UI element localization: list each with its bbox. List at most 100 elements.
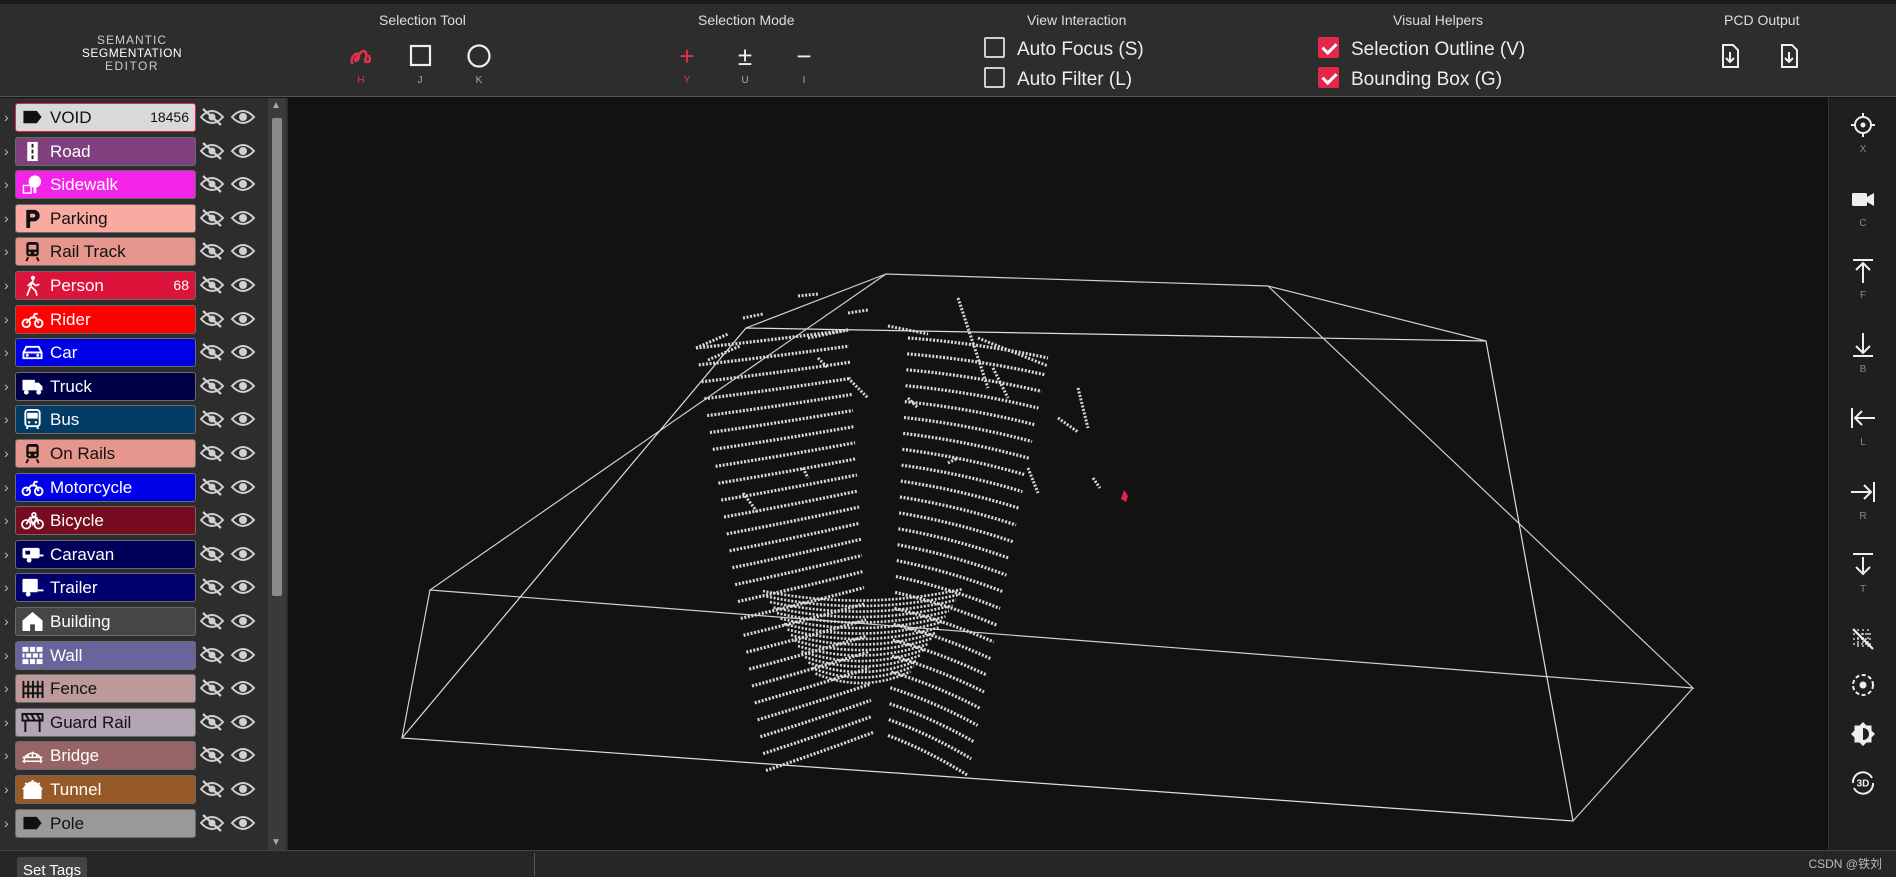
eye-off-icon[interactable] [199, 343, 225, 362]
focus-selection-button[interactable]: X [1829, 112, 1896, 172]
class-row[interactable]: › Tunnel [0, 773, 268, 807]
eye-off-icon[interactable] [199, 612, 225, 630]
class-row[interactable]: › Caravan [0, 538, 268, 572]
class-row[interactable]: › VOID 18456 [0, 101, 268, 135]
class-row[interactable]: › Guard Rail [0, 706, 268, 740]
class-tag[interactable]: Rail Track [15, 237, 196, 267]
class-tag[interactable]: Parking [15, 203, 196, 233]
eye-icon[interactable] [230, 410, 256, 428]
eye-off-icon[interactable] [199, 242, 225, 261]
front-view-button[interactable]: F [1829, 258, 1896, 318]
eye-off-icon[interactable] [199, 175, 225, 194]
point-cloud-canvas[interactable] [288, 98, 1828, 850]
class-tag[interactable]: Sidewalk [15, 170, 196, 200]
eye-icon[interactable] [230, 545, 256, 563]
checkbox-checked[interactable] [1318, 37, 1339, 59]
toggle-mode-button[interactable]: ± U [725, 42, 765, 94]
class-tag[interactable]: Bus [15, 405, 196, 435]
chevron-right-icon[interactable]: › [4, 747, 9, 763]
scroll-up-icon[interactable]: ▲ [271, 100, 281, 111]
class-tag[interactable]: On Rails [15, 439, 196, 468]
class-row[interactable]: › Rider [0, 303, 268, 337]
chevron-right-icon[interactable]: › [4, 210, 9, 226]
eye-off-icon[interactable] [199, 108, 225, 126]
download-pcd-button-1[interactable] [1710, 42, 1750, 94]
eye-off-icon[interactable] [199, 746, 225, 765]
auto-filter-checkbox[interactable]: Auto Filter (L) [984, 67, 1132, 92]
class-row[interactable]: › Fence [0, 672, 268, 706]
rectangle-tool-button[interactable]: J [400, 42, 440, 94]
rotate-3d-button[interactable]: 3D [1829, 768, 1896, 828]
chevron-right-icon[interactable]: › [4, 815, 9, 831]
right-view-button[interactable]: R [1829, 479, 1896, 539]
chevron-right-icon[interactable]: › [4, 647, 9, 663]
eye-off-icon[interactable] [199, 679, 225, 698]
class-tag[interactable]: Pole [15, 808, 196, 838]
chevron-right-icon[interactable]: › [4, 579, 9, 595]
class-row[interactable]: › Truck [0, 370, 268, 404]
chevron-right-icon[interactable]: › [4, 411, 9, 427]
class-tag[interactable]: Fence [15, 674, 196, 704]
chevron-right-icon[interactable]: › [4, 243, 9, 259]
eye-icon[interactable] [230, 276, 256, 294]
eye-off-icon[interactable] [199, 511, 225, 530]
eye-icon[interactable] [230, 142, 256, 160]
eye-off-icon[interactable] [199, 309, 225, 328]
top-view-button[interactable]: T [1829, 552, 1896, 612]
eye-icon[interactable] [230, 478, 256, 496]
class-tag[interactable]: Person 68 [15, 271, 196, 300]
eye-icon[interactable] [230, 175, 256, 193]
eye-icon[interactable] [230, 310, 256, 328]
circle-tool-button[interactable]: K [459, 42, 499, 94]
eye-icon[interactable] [230, 679, 256, 697]
class-row[interactable]: › Rail Track [0, 235, 268, 269]
eye-icon[interactable] [230, 713, 256, 731]
eye-icon[interactable] [230, 242, 256, 260]
chevron-right-icon[interactable]: › [4, 714, 9, 730]
eye-off-icon[interactable] [199, 645, 225, 664]
add-mode-button[interactable]: + Y [667, 42, 707, 94]
eye-icon[interactable] [230, 343, 256, 361]
sidebar-scrollbar[interactable]: ▲ ▼ [268, 98, 286, 850]
class-row[interactable]: › Motorcycle [0, 471, 268, 505]
class-tag[interactable]: Wall [15, 640, 196, 670]
class-tag[interactable]: VOID 18456 [15, 103, 196, 132]
camera-reset-button[interactable]: C [1829, 186, 1896, 246]
class-row[interactable]: › Bus [0, 403, 268, 437]
class-tag[interactable]: Bicycle [15, 506, 196, 536]
chevron-right-icon[interactable]: › [4, 445, 9, 461]
chevron-right-icon[interactable]: › [4, 277, 9, 293]
eye-icon[interactable] [230, 746, 256, 764]
class-tag[interactable]: Building [15, 607, 196, 636]
chevron-right-icon[interactable]: › [4, 143, 9, 159]
class-tag[interactable]: Guard Rail [15, 707, 196, 737]
class-row[interactable]: › Bridge [0, 739, 268, 773]
eye-off-icon[interactable] [199, 208, 225, 227]
scroll-down-icon[interactable]: ▼ [271, 837, 281, 848]
class-tag[interactable]: Car [15, 338, 196, 368]
class-row[interactable]: › Road [0, 135, 268, 169]
class-row[interactable]: › Person 68 [0, 269, 268, 303]
class-tag[interactable]: Rider [15, 304, 196, 334]
class-row[interactable]: › On Rails [0, 437, 268, 471]
eye-off-icon[interactable] [199, 780, 225, 798]
scrollbar-thumb[interactable] [272, 118, 282, 596]
eye-off-icon[interactable] [199, 276, 225, 294]
eye-off-icon[interactable] [199, 410, 225, 429]
class-row[interactable]: › Wall [0, 639, 268, 673]
eye-icon[interactable] [230, 444, 256, 462]
selection-outline-checkbox[interactable]: Selection Outline (V) [1318, 37, 1525, 62]
chevron-right-icon[interactable]: › [4, 311, 9, 327]
class-row[interactable]: › Sidewalk [0, 168, 268, 202]
auto-focus-checkbox[interactable]: Auto Focus (S) [984, 37, 1144, 62]
download-pcd-button-2[interactable] [1769, 42, 1809, 94]
eye-off-icon[interactable] [199, 712, 225, 731]
class-tag[interactable]: Caravan [15, 539, 196, 569]
eye-off-icon[interactable] [199, 544, 225, 563]
eye-off-icon[interactable] [199, 477, 225, 496]
left-view-button[interactable]: L [1829, 405, 1896, 465]
chevron-right-icon[interactable]: › [4, 378, 9, 394]
bounding-box-checkbox[interactable]: Bounding Box (G) [1318, 67, 1502, 92]
eye-icon[interactable] [230, 814, 256, 832]
eye-off-icon[interactable] [199, 578, 225, 597]
